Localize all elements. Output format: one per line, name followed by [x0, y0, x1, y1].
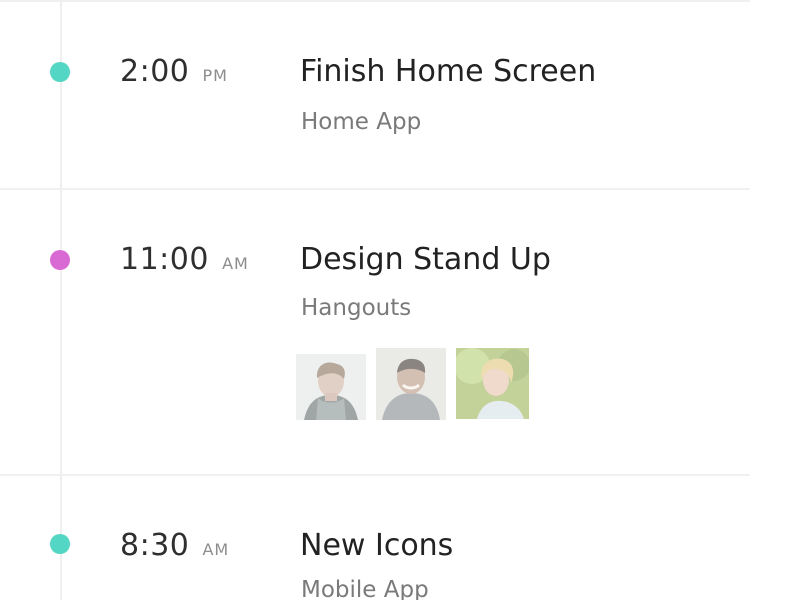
male-avatar-photo-icon[interactable]	[376, 348, 446, 420]
timeline-event-finish-home-screen[interactable]: 2:00 PM Finish Home Screen Home App	[0, 0, 750, 188]
event-status-dot	[50, 250, 70, 270]
event-subtitle: Mobile App	[301, 577, 429, 600]
timeline-event-design-stand-up[interactable]: 11:00 AM Design Stand Up Hangouts	[0, 188, 750, 474]
event-time-period: AM	[202, 540, 230, 559]
event-title: New Icons	[300, 528, 454, 563]
event-time-value: 8:30	[120, 528, 190, 563]
timeline-event-new-icons[interactable]: 8:30 AM New Icons Mobile App	[0, 474, 750, 600]
event-status-dot	[50, 534, 70, 554]
female-avatar-photo-1-icon	[456, 348, 529, 419]
event-time: 8:30 AM	[120, 526, 229, 566]
event-time-value: 11:00	[120, 242, 209, 277]
event-subtitle: Home App	[301, 109, 422, 135]
event-time: 2:00 PM	[120, 52, 228, 92]
event-status-dot	[50, 62, 70, 82]
event-title: Finish Home Screen	[300, 54, 597, 89]
event-subtitle: Hangouts	[301, 295, 412, 321]
event-time-period: PM	[202, 66, 228, 85]
event-time: 11:00 AM	[120, 240, 249, 280]
male-avatar-photo-2-icon	[376, 348, 446, 420]
male-avatar-photo-icon[interactable]	[296, 354, 366, 420]
attendee-avatars	[296, 348, 529, 420]
event-title: Design Stand Up	[300, 242, 551, 277]
event-time-period: AM	[222, 254, 249, 273]
event-time-value: 2:00	[120, 54, 190, 89]
timeline: 2:00 PM Finish Home Screen Home App 11:0…	[0, 0, 800, 600]
male-avatar-photo-1-icon	[296, 354, 366, 420]
female-avatar-photo-icon[interactable]	[456, 348, 529, 419]
